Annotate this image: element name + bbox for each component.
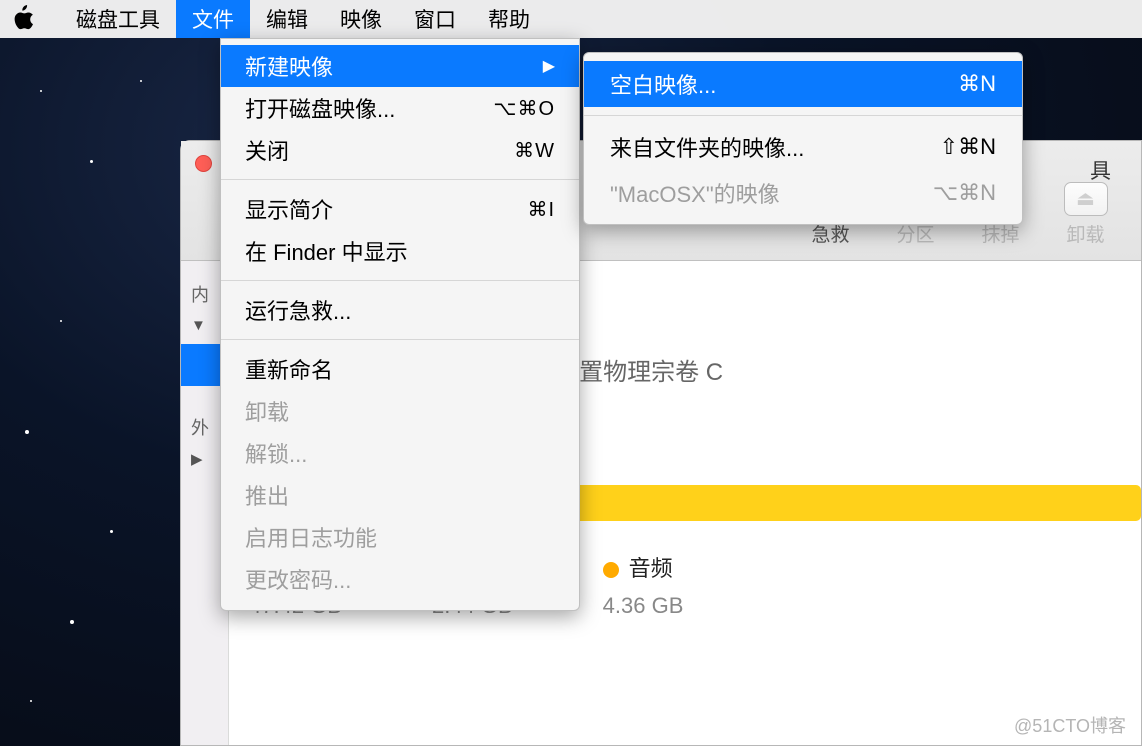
- menu-label: 关闭: [245, 134, 289, 166]
- shortcut: ⌘N: [958, 71, 996, 97]
- submenu-blank-image[interactable]: 空白映像... ⌘N: [584, 61, 1022, 107]
- shortcut: ⌘I: [527, 197, 555, 222]
- menu-open-disk-image[interactable]: 打开磁盘映像... ⌥⌘O: [221, 87, 579, 129]
- menu-separator: [221, 179, 579, 180]
- menu-image[interactable]: 映像: [324, 0, 398, 38]
- menu-window[interactable]: 窗口: [398, 0, 472, 38]
- watermark: @51CTO博客: [1014, 712, 1126, 738]
- menu-separator: [221, 339, 579, 340]
- unmount-button[interactable]: ⏏ 卸载: [1048, 176, 1123, 252]
- menu-new-image[interactable]: 新建映像 ▶: [221, 45, 579, 87]
- menu-label: 显示简介: [245, 193, 333, 225]
- menu-separator: [221, 280, 579, 281]
- shortcut: ⌥⌘N: [933, 180, 996, 206]
- file-menu-dropdown: 新建映像 ▶ 打开磁盘映像... ⌥⌘O 关闭 ⌘W 显示简介 ⌘I 在 Fin…: [220, 38, 580, 611]
- menu-label: 启用日志功能: [245, 521, 377, 553]
- shortcut: ⇧⌘N: [940, 134, 996, 160]
- close-window-button[interactable]: [195, 155, 212, 172]
- menu-app-name[interactable]: 磁盘工具: [60, 0, 176, 38]
- chevron-right-icon: ▶: [543, 56, 555, 76]
- menu-enable-journaling: 启用日志功能: [221, 516, 579, 558]
- menu-label: 在 Finder 中显示: [245, 235, 408, 267]
- eject-icon: ⏏: [1064, 182, 1108, 216]
- menu-label: 打开磁盘映像...: [245, 92, 395, 124]
- menu-rename[interactable]: 重新命名: [221, 348, 579, 390]
- new-image-submenu: 空白映像... ⌘N 来自文件夹的映像... ⇧⌘N "MacOSX"的映像 ⌥…: [583, 52, 1023, 225]
- apple-logo-icon[interactable]: [10, 5, 38, 33]
- menu-bar: 磁盘工具 文件 编辑 映像 窗口 帮助: [0, 0, 1142, 38]
- menu-label: 新建映像: [245, 50, 333, 82]
- menu-close[interactable]: 关闭 ⌘W: [221, 129, 579, 171]
- menu-unlock: 解锁...: [221, 432, 579, 474]
- menu-change-password: 更改密码...: [221, 558, 579, 600]
- legend-item: 音频 4.36 GB: [603, 551, 684, 619]
- menu-get-info[interactable]: 显示简介 ⌘I: [221, 188, 579, 230]
- menu-label: 运行急救...: [245, 294, 351, 326]
- shortcut: ⌥⌘O: [493, 96, 555, 121]
- menu-help[interactable]: 帮助: [472, 0, 546, 38]
- legend-label: 音频: [629, 556, 673, 581]
- menu-label: 重新命名: [245, 353, 333, 385]
- menu-label: 卸载: [245, 395, 289, 427]
- menu-edit[interactable]: 编辑: [250, 0, 324, 38]
- submenu-image-from-volume: "MacOSX"的映像 ⌥⌘N: [584, 170, 1022, 216]
- shortcut: ⌘W: [514, 138, 555, 163]
- legend-size: 4.36 GB: [603, 593, 684, 619]
- unmount-label: 卸载: [1066, 220, 1104, 247]
- menu-label: 空白映像...: [610, 68, 716, 100]
- menu-label: "MacOSX"的映像: [610, 177, 780, 209]
- submenu-image-from-folder[interactable]: 来自文件夹的映像... ⇧⌘N: [584, 124, 1022, 170]
- menu-label: 推出: [245, 479, 289, 511]
- menu-run-first-aid[interactable]: 运行急救...: [221, 289, 579, 331]
- menu-label: 解锁...: [245, 437, 307, 469]
- menu-show-in-finder[interactable]: 在 Finder 中显示: [221, 230, 579, 272]
- menu-label: 来自文件夹的映像...: [610, 131, 804, 163]
- menu-label: 更改密码...: [245, 563, 351, 595]
- menu-file[interactable]: 文件: [176, 0, 250, 38]
- menu-eject: 推出: [221, 474, 579, 516]
- menu-unmount: 卸载: [221, 390, 579, 432]
- menu-separator: [584, 115, 1022, 116]
- window-controls: [195, 155, 212, 172]
